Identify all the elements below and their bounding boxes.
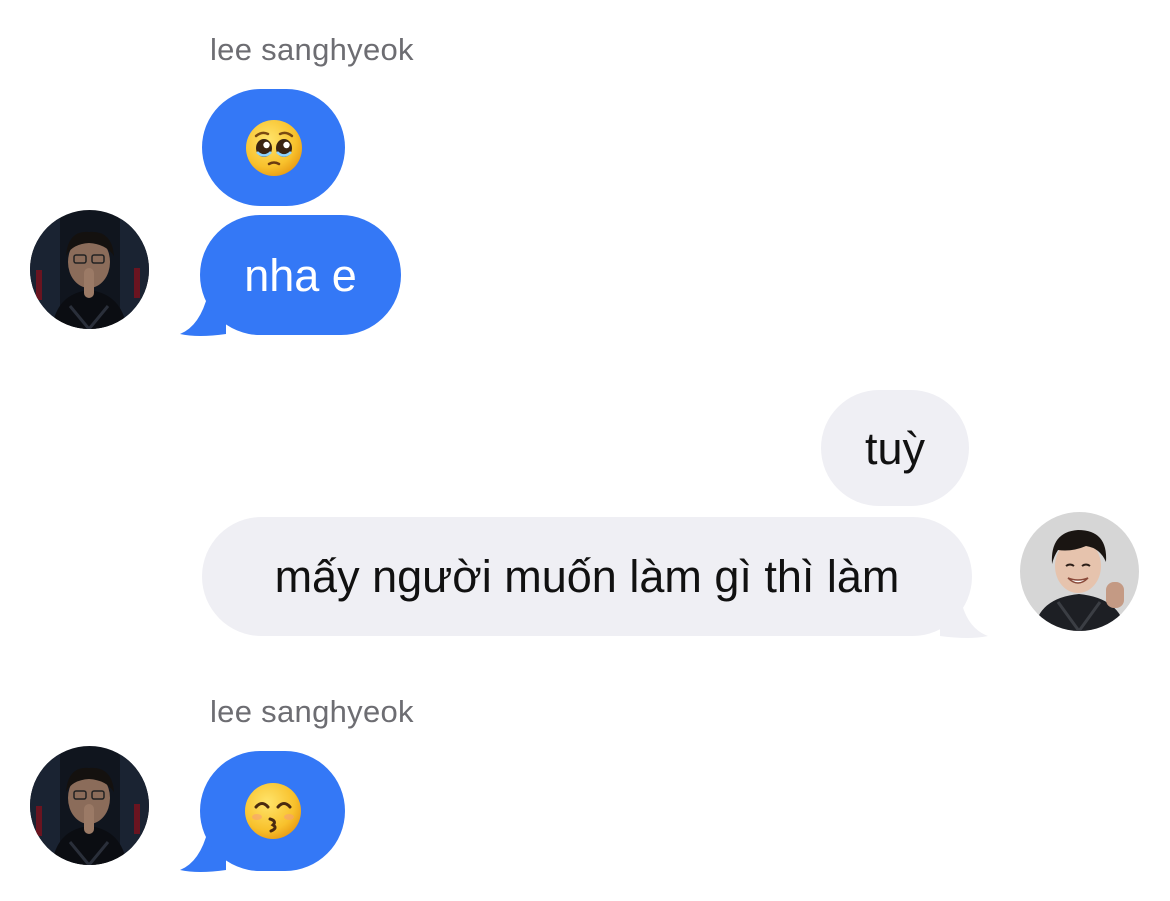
sender-name-label: lee sanghyeok bbox=[210, 32, 414, 67]
message-text: mấy người muốn làm gì thì làm bbox=[274, 551, 900, 602]
contact-avatar[interactable] bbox=[30, 210, 149, 329]
user-avatar[interactable] bbox=[1020, 512, 1139, 631]
pleading-face-emoji bbox=[244, 118, 304, 178]
message-bubble-outgoing[interactable]: tuỳ bbox=[821, 390, 969, 506]
message-bubble-incoming-emoji[interactable] bbox=[200, 751, 345, 871]
message-text: nha e bbox=[244, 249, 357, 301]
kissing-face-emoji bbox=[243, 781, 303, 841]
message-bubble-incoming-emoji[interactable] bbox=[202, 89, 345, 206]
message-bubble-outgoing[interactable]: mấy người muốn làm gì thì làm bbox=[202, 517, 972, 636]
contact-avatar[interactable] bbox=[30, 746, 149, 865]
message-text: tuỳ bbox=[864, 422, 926, 474]
message-bubble-incoming[interactable]: nha e bbox=[200, 215, 401, 335]
sender-name-label: lee sanghyeok bbox=[210, 694, 414, 729]
